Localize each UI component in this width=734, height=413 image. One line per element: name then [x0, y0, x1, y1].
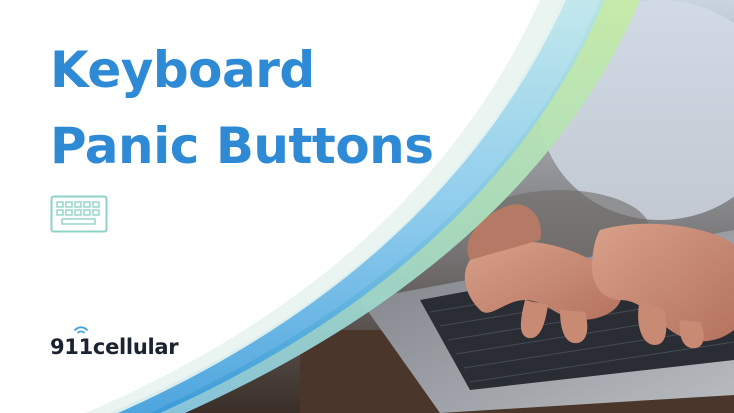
wifi-signal-icon — [74, 326, 88, 334]
banner: Keyboard Panic Buttons 911cellular — [0, 0, 734, 413]
page-title-line-1: Keyboard — [50, 41, 315, 99]
brand-logo: 911cellular — [50, 326, 179, 360]
brand-name: 911cellular — [50, 335, 179, 359]
keyboard-icon — [50, 195, 108, 233]
page-title-line-2: Panic Buttons — [50, 117, 434, 175]
